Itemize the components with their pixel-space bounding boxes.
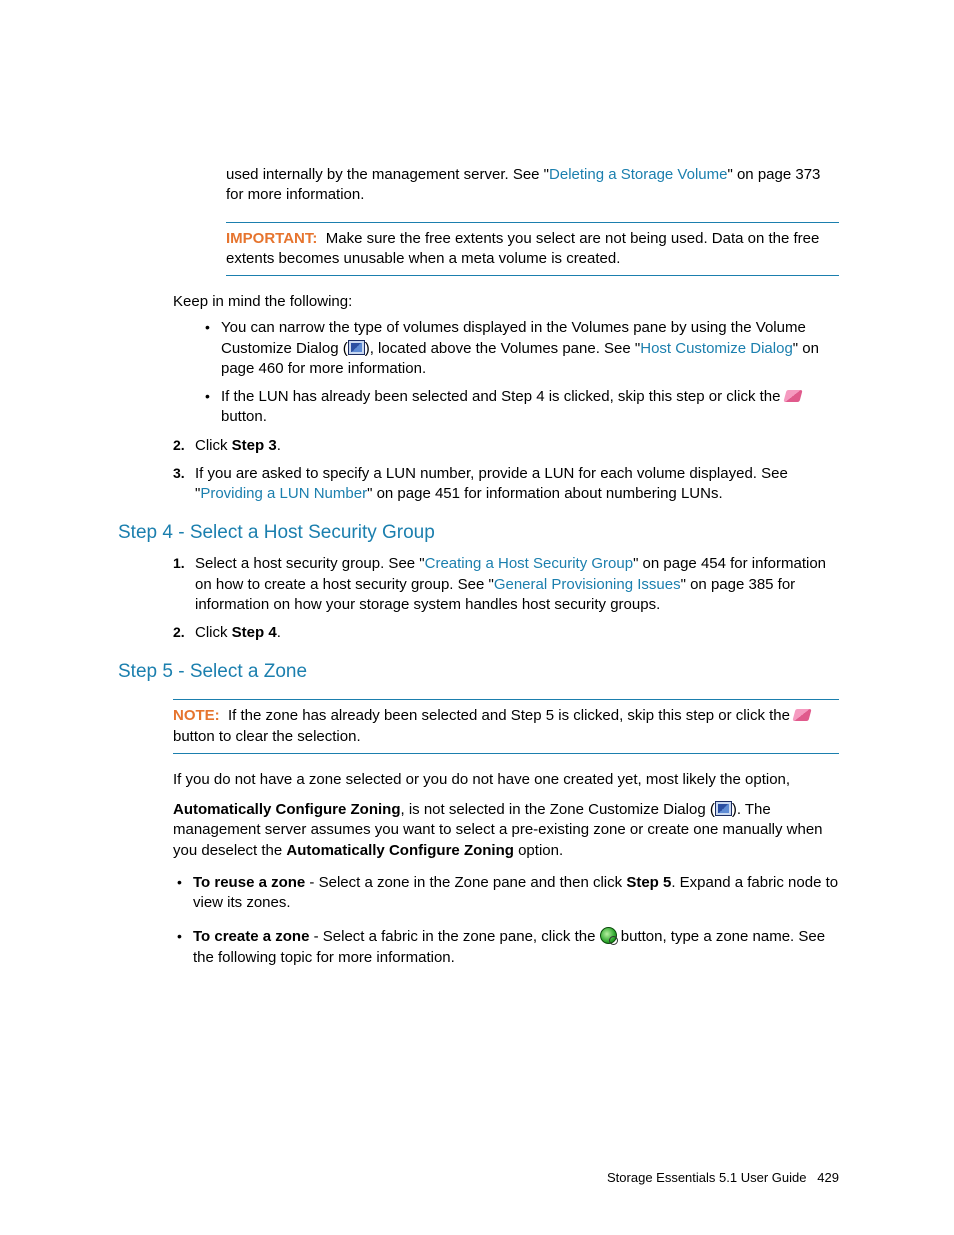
document-page: used internally by the management server… <box>0 0 954 1235</box>
step5-p1: If you do not have a zone selected or yo… <box>173 770 839 790</box>
important-text: IMPORTANT: Make sure the free extents yo… <box>226 229 839 270</box>
link-general-provisioning-issues[interactable]: General Provisioning Issues <box>494 576 681 593</box>
step-label: Step 3 <box>232 437 277 454</box>
divider <box>173 699 839 700</box>
text: " on page 451 for information about numb… <box>367 485 723 502</box>
customize-dialog-icon <box>715 801 732 816</box>
text: used internally by the management server… <box>226 166 549 183</box>
bullet-list-1: You can narrow the type of volumes displ… <box>201 318 839 427</box>
note-label: NOTE: <box>173 707 220 724</box>
intro-paragraph-block: used internally by the management server… <box>226 165 839 206</box>
ordered-list-step4: Select a host security group. See "Creat… <box>173 554 839 643</box>
bullet-item: To reuse a zone - Select a zone in the Z… <box>173 873 839 914</box>
step-label: Step 4 <box>232 624 277 641</box>
divider <box>173 753 839 754</box>
bold-text: To reuse a zone <box>193 874 305 891</box>
text: - Select a fabric in the zone pane, clic… <box>309 928 599 945</box>
link-host-customize-dialog[interactable]: Host Customize Dialog <box>640 340 793 357</box>
text: ), located above the Volumes pane. See " <box>365 340 641 357</box>
intro-paragraph: used internally by the management server… <box>226 165 839 206</box>
text: . <box>277 437 281 454</box>
list-item: Click Step 3. <box>173 436 839 456</box>
text: , is not selected in the Zone Customize … <box>401 801 715 818</box>
footer-title: Storage Essentials 5.1 User Guide <box>607 1170 806 1185</box>
divider <box>226 222 839 223</box>
customize-dialog-icon <box>348 340 365 355</box>
text: button to clear the selection. <box>173 728 361 745</box>
text: If the LUN has already been selected and… <box>221 388 785 405</box>
text: button. <box>221 408 267 425</box>
link-providing-lun-number[interactable]: Providing a LUN Number <box>200 485 367 502</box>
divider <box>226 275 839 276</box>
step4-content: Select a host security group. See "Creat… <box>173 554 839 643</box>
ordered-list-1: Click Step 3. If you are asked to specif… <box>173 436 839 505</box>
list-item: Select a host security group. See "Creat… <box>173 554 839 615</box>
heading-step-5: Step 5 - Select a Zone <box>118 661 839 683</box>
text: - Select a zone in the Zone pane and the… <box>305 874 626 891</box>
text: Click <box>195 437 232 454</box>
list-item: If you are asked to specify a LUN number… <box>173 464 839 505</box>
important-label: IMPORTANT: <box>226 230 317 247</box>
text: option. <box>514 842 563 859</box>
keep-in-mind-block: Keep in mind the following: You can narr… <box>173 292 839 504</box>
page-footer: Storage Essentials 5.1 User Guide 429 <box>607 1170 839 1185</box>
heading-step-4: Step 4 - Select a Host Security Group <box>118 522 839 544</box>
step5-p2: Automatically Configure Zoning, is not s… <box>173 800 839 861</box>
link-deleting-storage-volume[interactable]: Deleting a Storage Volume <box>549 166 727 183</box>
eraser-icon <box>783 390 802 402</box>
bullet-item: To create a zone - Select a fabric in th… <box>173 927 839 968</box>
note-text: NOTE: If the zone has already been selec… <box>173 706 839 747</box>
bullet-list-step5: To reuse a zone - Select a zone in the Z… <box>173 873 839 968</box>
link-creating-host-security-group[interactable]: Creating a Host Security Group <box>425 555 633 572</box>
text: Click <box>195 624 232 641</box>
step5-note: NOTE: If the zone has already been selec… <box>173 699 839 968</box>
important-callout: IMPORTANT: Make sure the free extents yo… <box>226 222 839 277</box>
step-label: Step 5 <box>626 874 671 891</box>
page-number: 429 <box>817 1170 839 1185</box>
text: Select a host security group. See " <box>195 555 425 572</box>
bullet-item: You can narrow the type of volumes displ… <box>201 318 839 379</box>
bullet-item: If the LUN has already been selected and… <box>201 387 839 428</box>
keep-in-mind-text: Keep in mind the following: <box>173 292 839 312</box>
create-zone-icon <box>600 927 617 944</box>
text: . <box>277 624 281 641</box>
text: If the zone has already been selected an… <box>228 707 794 724</box>
eraser-icon <box>793 709 812 721</box>
list-item: Click Step 4. <box>173 623 839 643</box>
bold-text: To create a zone <box>193 928 309 945</box>
bold-text: Automatically Configure Zoning <box>286 842 514 859</box>
bold-text: Automatically Configure Zoning <box>173 801 401 818</box>
